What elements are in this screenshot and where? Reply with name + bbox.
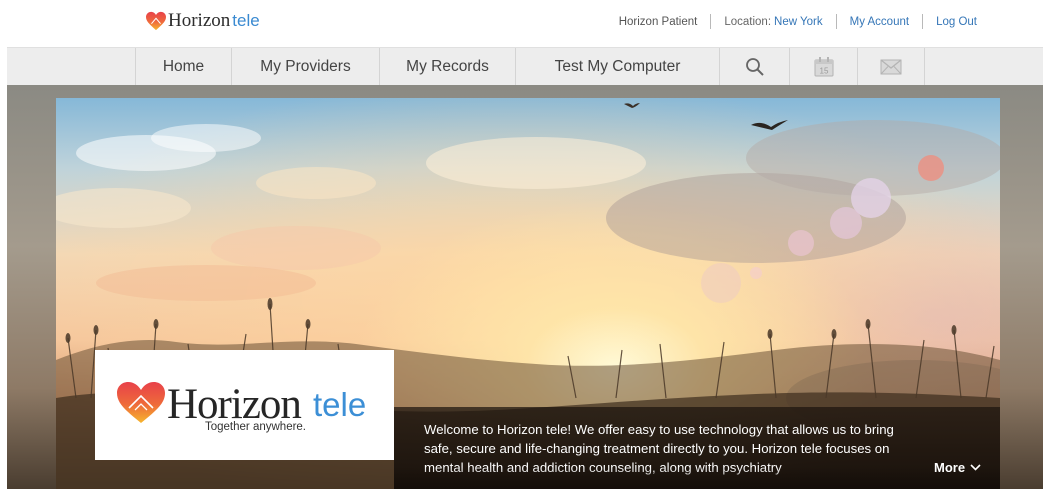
nav-my-providers[interactable]: My Providers [231,48,379,85]
nav-label: Home [162,57,205,75]
account-links: Horizon Patient Location: New York My Acc… [619,14,977,29]
calendar-day: 15 [819,66,828,75]
divider [835,14,837,29]
location-selector[interactable]: Location: New York [724,16,822,28]
divider [710,14,712,29]
nav-messages[interactable] [857,48,925,85]
more-label: More [934,460,966,475]
hero-logo-card: Horizon tele Together anywhere. [95,350,394,460]
location-value[interactable]: New York [774,16,823,28]
heart-logo-icon [117,382,165,423]
header-logo[interactable]: Horizon tele [145,8,260,34]
heart-logo-icon [146,11,166,31]
patient-name-link[interactable]: Horizon Patient [619,16,698,28]
location-label: Location: [724,15,772,28]
nav-search[interactable] [719,48,789,85]
brand-name-secondary: tele [313,386,367,423]
divider [922,14,924,29]
calendar-icon: 15 [814,56,833,76]
more-button[interactable]: More [934,460,981,475]
nav-label: Test My Computer [554,57,681,75]
main-nav: Home My Providers My Records Test My Com… [7,47,1043,86]
nav-calendar[interactable]: 15 [789,48,857,85]
chevron-down-icon [970,464,981,471]
text-fade-overlay [394,467,1000,489]
welcome-panel: Welcome to Horizon tele! We offer easy t… [394,407,1000,489]
nav-home[interactable]: Home [135,48,231,85]
my-account-link[interactable]: My Account [850,16,909,28]
log-out-link[interactable]: Log Out [936,16,977,28]
nav-label: My Records [406,57,489,75]
top-header: Horizon tele Horizon Patient Location: Ne… [0,0,1043,46]
search-icon [745,57,764,76]
brand-name-primary: Horizon [168,10,231,31]
brand-tagline: Together anywhere. [205,421,307,433]
nav-test-my-computer[interactable]: Test My Computer [515,48,719,85]
brand-name-secondary: tele [232,11,260,30]
nav-label: My Providers [260,57,351,75]
mail-icon [880,58,902,74]
nav-my-records[interactable]: My Records [379,48,515,85]
